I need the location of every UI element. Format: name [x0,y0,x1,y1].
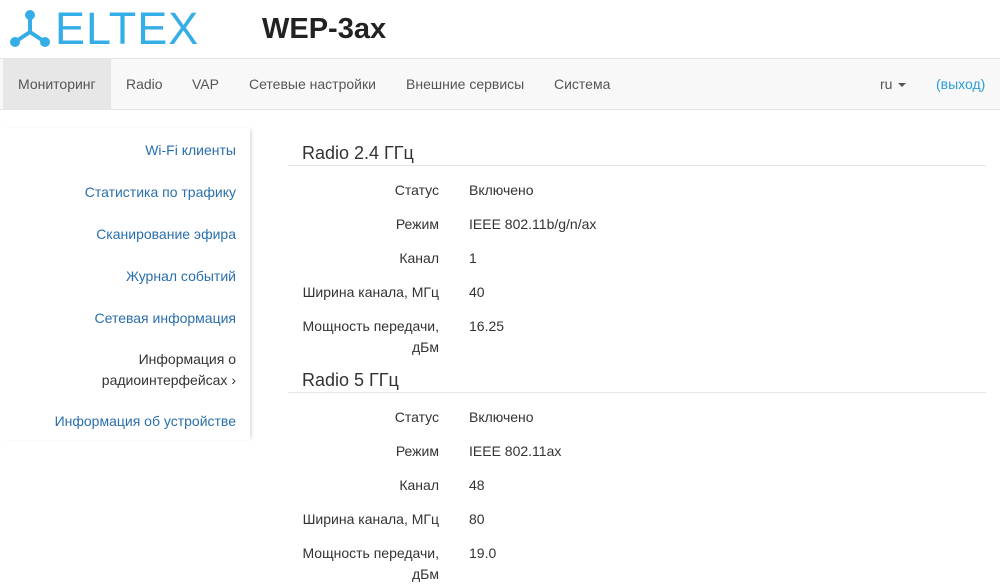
sidebar: Wi-Fi клиенты Статистика по трафику Скан… [0,128,250,440]
nav-monitoring[interactable]: Мониторинг [3,59,111,109]
nav-vap[interactable]: VAP [177,59,234,109]
logout-link[interactable]: (выход) [921,59,1000,109]
radio5-bandwidth-value: 80 [469,511,485,527]
radio24-mode-label: Режим [395,216,439,232]
nav-system[interactable]: Система [539,59,625,109]
radio5-channel-label: Канал [399,477,439,493]
sidebar-item-event-log[interactable]: Журнал событий [126,266,236,287]
radio24-power-label-line1: Мощность передачи, [302,318,439,334]
header: ELTEX WEP-3ax [0,0,1000,58]
section-title-radio-24: Radio 2.4 ГГц [302,143,414,163]
radio5-status-label: Статус [394,409,439,425]
section-title-radio-5: Radio 5 ГГц [302,370,399,390]
main-navbar: Мониторинг Radio VAP Сетевые настройки В… [0,58,1000,110]
radio24-bandwidth-label: Ширина канала, МГц [302,284,439,300]
language-label: ru [880,76,893,92]
radio5-power-label-line1: Мощность передачи, [302,545,439,561]
sidebar-item-traffic-stats[interactable]: Статистика по трафику [85,182,236,203]
logo-text: ELTEX [55,3,200,54]
radio5-channel-value: 48 [469,477,485,493]
radio5-power-label-line2: дБм [412,566,439,582]
radio24-channel-value: 1 [469,250,477,266]
caret-down-icon [898,83,907,88]
device-title: WEP-3ax [262,13,387,45]
section-divider [288,392,986,393]
radio5-bandwidth-label: Ширина канала, МГц [302,511,439,527]
sidebar-item-radio-info-line1: Информация о [138,351,236,367]
nav-network-settings[interactable]: Сетевые настройки [234,59,391,109]
sidebar-item-device-info[interactable]: Информация об устройстве [55,411,236,432]
radio24-mode-value: IEEE 802.11b/g/n/ax [469,216,597,232]
nav-external-services[interactable]: Внешние сервисы [391,59,539,109]
sidebar-item-radio-info[interactable]: Информация о радиоинтерфейсах › [102,349,236,391]
radio5-mode-value: IEEE 802.11ax [469,443,562,459]
sidebar-item-wifi-clients[interactable]: Wi-Fi клиенты [145,140,236,161]
language-dropdown[interactable]: ru [865,59,921,109]
radio5-power-label: Мощность передачи, дБм [302,543,439,585]
section-divider [288,165,986,166]
eltex-logo-mark-icon [10,10,50,47]
radio5-status-value: Включено [469,409,534,425]
radio5-power-value: 19.0 [469,545,497,561]
eltex-logo[interactable]: ELTEX [8,3,200,54]
radio24-bandwidth-value: 40 [469,284,485,300]
radio24-channel-label: Канал [399,250,439,266]
radio5-mode-label: Режим [395,443,439,459]
sidebar-item-network-info[interactable]: Сетевая информация [95,308,236,329]
nav-radio[interactable]: Radio [111,59,178,109]
radio24-power-label-line2: дБм [412,339,439,355]
radio24-status-label: Статус [394,182,439,198]
sidebar-item-radio-info-line2: радиоинтерфейсах › [101,372,236,388]
sidebar-item-air-scan[interactable]: Сканирование эфира [96,224,236,245]
radio24-power-value: 16.25 [469,318,505,334]
radio24-status-value: Включено [469,182,534,198]
radio24-power-label: Мощность передачи, дБм [302,316,439,358]
